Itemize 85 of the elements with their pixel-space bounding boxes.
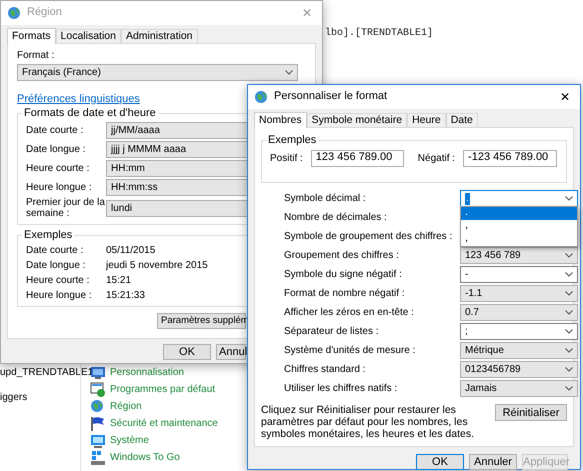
field-label: Date courte :: [26, 244, 84, 257]
dropdown[interactable]: ;: [460, 323, 578, 340]
field-label: Premier jour de la semaine :: [26, 197, 106, 220]
field-label: Format de nombre négatif :: [284, 288, 406, 300]
ok-button[interactable]: OK: [163, 344, 211, 360]
window-title: Région: [27, 6, 63, 20]
globe-icon: [7, 6, 21, 20]
globe-icon: [90, 399, 106, 415]
dropdown[interactable]: -: [460, 266, 578, 283]
chevron-icon: [565, 196, 573, 201]
field-label: Heure longue :: [26, 290, 93, 302]
field-label: Date longue :: [26, 144, 86, 155]
field-value: jeudi 5 novembre 2015: [106, 260, 209, 272]
example-field: -123 456 789.00: [463, 150, 558, 167]
field-label: Utiliser les chiffres natifs :: [284, 382, 398, 394]
field-label: Format :: [17, 50, 56, 62]
field-label: Système d'unités de mesure :: [284, 344, 416, 356]
example-field: 123 456 789.00: [310, 150, 404, 167]
field-label: Symbole du signe négatif :: [284, 268, 403, 280]
tab[interactable]: Date: [446, 113, 478, 127]
field-label: Date longue :: [26, 260, 86, 272]
chevron-icon: [565, 291, 573, 296]
tab[interactable]: Symbole monétaire: [306, 113, 408, 127]
control-panel-link[interactable]: Sécurité et maintenance: [110, 417, 218, 431]
code-text: lbo].[TRENDTABLE1]: [325, 28, 434, 40]
field-label: Heure courte :: [26, 274, 90, 287]
list-item: iggers: [0, 392, 28, 404]
field-label: Symbole de groupement des chiffres :: [284, 230, 454, 242]
list-item: upd_TRENDTABLE1: [0, 367, 94, 379]
dropdown[interactable]: Métrique: [460, 342, 578, 359]
field-value: 15:21: [106, 274, 132, 287]
control-panel-link[interactable]: Région: [110, 400, 142, 414]
field-label: Groupement des chiffres :: [284, 250, 400, 262]
dropdown-option[interactable]: ,: [461, 233, 577, 246]
dropdown[interactable]: Jamais: [460, 380, 578, 397]
group-title: Exemples: [23, 229, 74, 242]
dropdown[interactable]: Français (France): [17, 64, 298, 81]
control-panel-link[interactable]: Programmes par défaut: [110, 383, 216, 397]
control-panel-link[interactable]: Windows To Go: [110, 451, 180, 465]
tab[interactable]: Formats: [7, 28, 56, 44]
field-label: Date courte :: [26, 124, 84, 136]
control-panel-link[interactable]: Personnalisation: [110, 366, 184, 380]
chevron-icon: [565, 386, 573, 391]
chevron-icon: [565, 253, 573, 258]
field-label: Séparateur de listes :: [284, 326, 380, 338]
chevron-icon: [565, 310, 573, 315]
monitor-icon: [90, 365, 106, 381]
link[interactable]: Préférences linguistiques: [17, 93, 140, 106]
field-label: Négatif :: [418, 152, 456, 164]
dropdown[interactable]: -1.1: [460, 285, 578, 302]
field-value: 05/11/2015: [106, 244, 156, 257]
field-value: 15:21:33: [106, 290, 146, 302]
reset-button[interactable]: Réinitialiser: [495, 404, 567, 421]
monitor-icon: [90, 433, 106, 449]
flag-icon: [90, 416, 106, 432]
control-panel-link[interactable]: Système: [110, 434, 149, 448]
chevron-icon: [565, 367, 573, 372]
dropdown[interactable]: 0.7: [460, 304, 578, 321]
chevron-icon: [565, 272, 573, 277]
cancel-button[interactable]: Annuler: [469, 454, 517, 470]
field-label: Heure courte :: [26, 162, 90, 174]
drive-icon: [90, 450, 106, 466]
dropdown-option[interactable]: .: [461, 207, 577, 220]
dropdown[interactable]: 0123456789: [460, 361, 578, 378]
window-check-icon: [90, 382, 106, 398]
field-label: Heure longue :: [26, 182, 93, 193]
tab[interactable]: Heure: [407, 113, 446, 127]
tab[interactable]: Nombres: [254, 112, 307, 128]
field-label: Afficher les zéros en en-tête :: [284, 306, 415, 318]
chevron-icon: [285, 70, 293, 75]
chevron-icon: [565, 329, 573, 334]
dropdown-option[interactable]: ,: [461, 220, 577, 233]
field-label: Chiffres standard :: [284, 364, 367, 376]
group-title: Formats de date et d'heure: [23, 107, 157, 120]
window-title: Personnaliser le format: [274, 90, 388, 104]
cancel-button[interactable]: Annul: [216, 344, 246, 360]
globe-icon: [254, 90, 268, 104]
ok-button[interactable]: OK: [416, 454, 464, 470]
dropdown[interactable]: 123 456 789: [460, 247, 578, 264]
reset-description: Cliquez sur Réinitialiser pour restaurer les paramètres par défaut pour les nombres, les symboles monétaires, les heures et les dates.: [261, 404, 476, 440]
close-button[interactable]: ✕: [556, 91, 574, 103]
chevron-icon: [565, 348, 573, 353]
dropdown[interactable]: .: [460, 190, 578, 207]
tab[interactable]: Localisation: [56, 29, 121, 43]
tab[interactable]: Administration: [120, 29, 198, 43]
